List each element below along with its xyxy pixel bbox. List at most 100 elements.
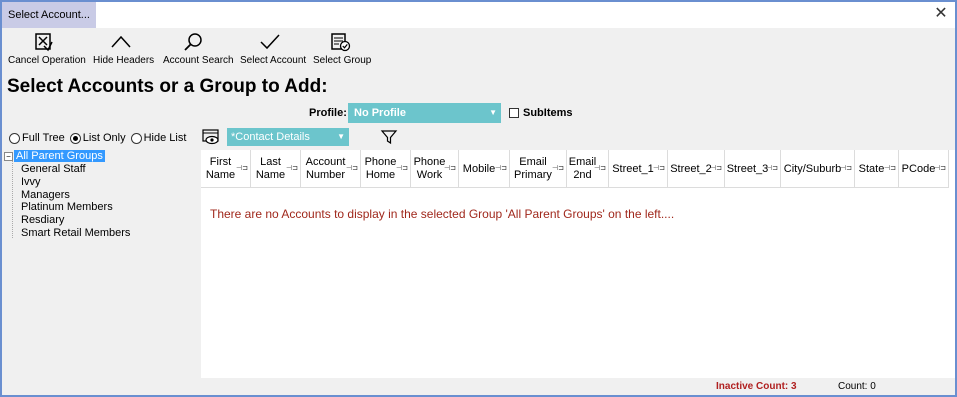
filter-icon <box>380 130 398 145</box>
column-header[interactable]: First Name ⊣⊐ <box>201 150 251 188</box>
close-button[interactable]: ✕ <box>933 6 949 22</box>
column-header-label: Street_1 <box>612 162 654 175</box>
column-set-dropdown[interactable]: *Contact Details ▼ <box>227 128 349 146</box>
column-header[interactable]: PCode ⊣⊐ <box>899 150 949 188</box>
tree-item-all-parent-groups[interactable]: All Parent Groups <box>14 150 105 162</box>
status-bar: Inactive Count: 3 Count: 0 <box>2 378 955 395</box>
radio-dot-selected[interactable] <box>69 132 81 144</box>
tree-item[interactable]: Managers <box>21 189 70 201</box>
list-only-radio[interactable]: List Only <box>69 132 126 144</box>
profile-label: Profile: <box>309 107 347 119</box>
accounts-grid: First Name ⊣⊐ Last Name ⊣⊐ Account Number ⊣… <box>201 150 955 378</box>
inactive-count: Inactive Count: 3 <box>716 381 797 392</box>
tree-item[interactable]: Smart Retail Members <box>21 227 130 239</box>
hide-headers-button[interactable]: Hide Headers <box>93 32 155 66</box>
pin-icon[interactable]: ⊣⊐ <box>884 164 896 172</box>
tree-item[interactable]: Resdiary <box>21 214 64 226</box>
column-header-label: Street_2 <box>670 162 712 175</box>
cancel-operation-label: Cancel Operation <box>8 55 86 66</box>
pin-icon[interactable]: ⊣⊐ <box>710 164 722 172</box>
column-header[interactable]: Phone Home ⊣⊐ <box>361 150 411 188</box>
select-group-label: Select Group <box>313 55 372 66</box>
pin-icon[interactable]: ⊣⊐ <box>346 164 358 172</box>
pin-icon[interactable]: ⊣⊐ <box>766 164 778 172</box>
subitems-label: SubItems <box>523 107 573 119</box>
column-header[interactable]: Street_3 ⊣⊐ <box>725 150 781 188</box>
select-account-button[interactable]: Select Account <box>240 32 307 66</box>
collapse-icon[interactable]: − <box>4 151 13 161</box>
list-only-label: List Only <box>82 132 126 144</box>
column-header-label: Account Number <box>305 156 346 181</box>
column-header-label: City/Suburb <box>783 162 842 175</box>
account-search-button[interactable]: Account Search <box>163 32 234 66</box>
column-header-label: Street_3 <box>726 162 769 175</box>
hide-list-radio[interactable]: Hide List <box>130 132 187 144</box>
cancel-operation-button[interactable]: Cancel Operation <box>8 32 86 66</box>
eye-icon <box>202 129 219 145</box>
column-header[interactable]: Email 2nd ⊣⊐ <box>567 150 609 188</box>
filter-button[interactable] <box>380 129 398 145</box>
column-header-label: Phone Work <box>413 156 446 181</box>
column-header-label: PCode <box>901 162 936 175</box>
pin-icon[interactable]: ⊣⊐ <box>552 164 564 172</box>
column-header-label: First Name <box>205 156 236 181</box>
pin-icon[interactable]: ⊣⊐ <box>495 164 507 172</box>
column-header[interactable]: Last Name ⊣⊐ <box>251 150 301 188</box>
hide-headers-label: Hide Headers <box>93 55 155 66</box>
profile-dropdown-value: No Profile <box>354 107 406 119</box>
column-header-label: Last Name <box>255 156 286 181</box>
title-bar: Select Account... ✕ <box>2 2 955 28</box>
pin-icon[interactable]: ⊣⊐ <box>396 164 408 172</box>
chevron-down-icon: ▼ <box>337 132 345 141</box>
dialog-window: Select Account... ✕ Cancel Operation Hid… <box>0 0 957 397</box>
pin-icon[interactable]: ⊣⊐ <box>236 164 248 172</box>
pin-icon[interactable]: ⊣⊐ <box>653 164 665 172</box>
column-header-label: Phone Home <box>364 156 397 181</box>
tree-item[interactable]: General Staff <box>21 163 86 175</box>
chevron-down-icon: ▼ <box>489 108 497 117</box>
checkmark-icon <box>260 34 280 50</box>
select-group-button[interactable]: Select Group <box>313 32 372 66</box>
cancel-operation-icon <box>35 33 53 52</box>
tree-item[interactable]: Ivvy <box>21 176 41 188</box>
column-header[interactable]: City/Suburb ⊣⊐ <box>781 150 855 188</box>
select-account-label: Select Account <box>240 55 307 66</box>
column-header[interactable]: Phone Work ⊣⊐ <box>411 150 459 188</box>
column-header-label: Mobile <box>462 162 496 175</box>
empty-state-message: There are no Accounts to display in the … <box>210 207 675 221</box>
tree-item[interactable]: Platinum Members <box>21 201 113 213</box>
column-header[interactable]: Email Primary ⊣⊐ <box>510 150 567 188</box>
column-header[interactable]: Street_2 ⊣⊐ <box>668 150 725 188</box>
pin-icon[interactable]: ⊣⊐ <box>444 164 456 172</box>
pin-icon[interactable]: ⊣⊐ <box>286 164 298 172</box>
view-options: Full Tree List Only Hide List <box>9 132 191 144</box>
column-set-value: *Contact Details <box>231 131 310 143</box>
column-header[interactable]: Street_1 ⊣⊐ <box>609 150 668 188</box>
column-header-label: Email Primary <box>514 156 552 181</box>
chevron-up-icon <box>111 35 131 48</box>
pin-icon[interactable]: ⊣⊐ <box>934 164 946 172</box>
select-group-icon <box>331 33 351 52</box>
hide-list-label: Hide List <box>143 132 187 144</box>
search-icon <box>184 33 202 51</box>
checkbox-box[interactable] <box>509 108 519 118</box>
radio-dot[interactable] <box>130 132 142 144</box>
group-tree: − All Parent Groups General Staff Ivvy M… <box>4 150 200 378</box>
view-columns-button[interactable] <box>202 129 220 145</box>
pin-icon[interactable]: ⊣⊐ <box>840 164 852 172</box>
full-tree-label: Full Tree <box>22 132 65 144</box>
window-title: Select Account... <box>2 2 96 28</box>
record-count: Count: 0 <box>838 381 876 392</box>
subitems-checkbox[interactable]: SubItems <box>509 107 573 119</box>
tree-connector <box>12 161 13 238</box>
page-title: Select Accounts or a Group to Add: <box>7 76 328 97</box>
tree-root: − All Parent Groups <box>4 150 105 162</box>
radio-dot[interactable] <box>9 132 20 144</box>
full-tree-radio[interactable]: Full Tree <box>9 132 65 144</box>
column-header[interactable]: Account Number ⊣⊐ <box>301 150 361 188</box>
column-header[interactable]: State ⊣⊐ <box>855 150 899 188</box>
column-header[interactable]: Mobile ⊣⊐ <box>459 150 510 188</box>
account-search-label: Account Search <box>163 55 234 66</box>
profile-dropdown[interactable]: No Profile ▼ <box>348 103 501 123</box>
pin-icon[interactable]: ⊣⊐ <box>594 164 606 172</box>
